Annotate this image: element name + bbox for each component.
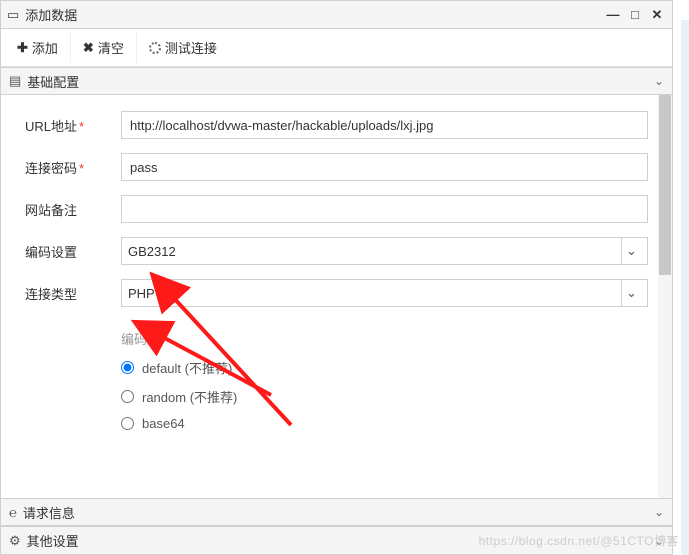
conn-type-select[interactable]: PHP ⌄ <box>121 279 648 307</box>
url-input[interactable] <box>121 111 648 139</box>
encoder-option-label: base64 <box>142 416 185 431</box>
encoding-label: 编码设置 <box>21 242 121 261</box>
encoder-radio-random[interactable] <box>121 390 134 403</box>
remark-input[interactable] <box>121 195 648 223</box>
window-title: 添加数据 <box>25 5 604 24</box>
plus-circle-icon: ✚ <box>17 40 28 56</box>
panel-request-header[interactable]: ℮ 请求信息 ⌄ <box>1 498 672 526</box>
test-button-label: 测试连接 <box>165 38 217 57</box>
encoder-radio-default[interactable] <box>121 361 134 374</box>
chevron-down-icon: ⌄ <box>621 280 641 306</box>
encoder-radio-base64[interactable] <box>121 417 134 430</box>
encoding-value: GB2312 <box>128 244 176 259</box>
clear-button-label: 清空 <box>98 38 124 57</box>
gear-icon: ⚙ <box>9 533 21 549</box>
chevron-down-icon: ⌄ <box>621 238 641 264</box>
add-button-label: 添加 <box>32 38 58 57</box>
encoder-option-label: random (不推荐) <box>142 387 237 406</box>
panel-basic-title: 基础配置 <box>27 72 654 91</box>
close-button[interactable]: ✕ <box>648 6 666 24</box>
url-label: URL地址* <box>21 116 121 135</box>
scrollbar-thumb[interactable] <box>659 95 671 275</box>
test-connection-button[interactable]: 测试连接 <box>137 32 229 63</box>
cross-icon: ✖ <box>83 40 94 56</box>
chevron-down-icon: ⌄ <box>654 505 664 519</box>
encoder-label: 编码器 <box>121 329 648 348</box>
globe-icon: ℮ <box>9 505 17 520</box>
conn-type-label: 连接类型 <box>21 284 121 303</box>
window-icon: ▭ <box>7 7 19 23</box>
chevron-down-icon: ⌄ <box>654 74 664 88</box>
right-edge-strip <box>681 20 689 555</box>
panel-basic-header[interactable]: ▤ 基础配置 ⌄ <box>1 67 672 95</box>
scrollbar[interactable] <box>658 95 672 498</box>
add-button[interactable]: ✚ 添加 <box>5 32 71 63</box>
clear-button[interactable]: ✖ 清空 <box>71 32 137 63</box>
remark-label: 网站备注 <box>21 200 121 219</box>
document-icon: ▤ <box>9 73 21 89</box>
maximize-button[interactable]: □ <box>626 6 644 24</box>
encoder-option-label: default (不推荐) <box>142 358 232 377</box>
encoding-select[interactable]: GB2312 ⌄ <box>121 237 648 265</box>
title-bar: ▭ 添加数据 — □ ✕ <box>1 1 672 29</box>
conn-type-value: PHP <box>128 286 155 301</box>
password-input[interactable] <box>121 153 648 181</box>
panel-request-title: 请求信息 <box>23 503 654 522</box>
password-label: 连接密码* <box>21 158 121 177</box>
toolbar: ✚ 添加 ✖ 清空 测试连接 <box>1 29 672 67</box>
panel-basic-body: URL地址* 连接密码* 网站备注 编码设置 GB2312 ⌄ <box>1 95 672 498</box>
watermark: https://blog.csdn.net/@51CTO博客 <box>479 532 679 549</box>
spinner-icon <box>149 42 161 54</box>
minimize-button[interactable]: — <box>604 6 622 24</box>
